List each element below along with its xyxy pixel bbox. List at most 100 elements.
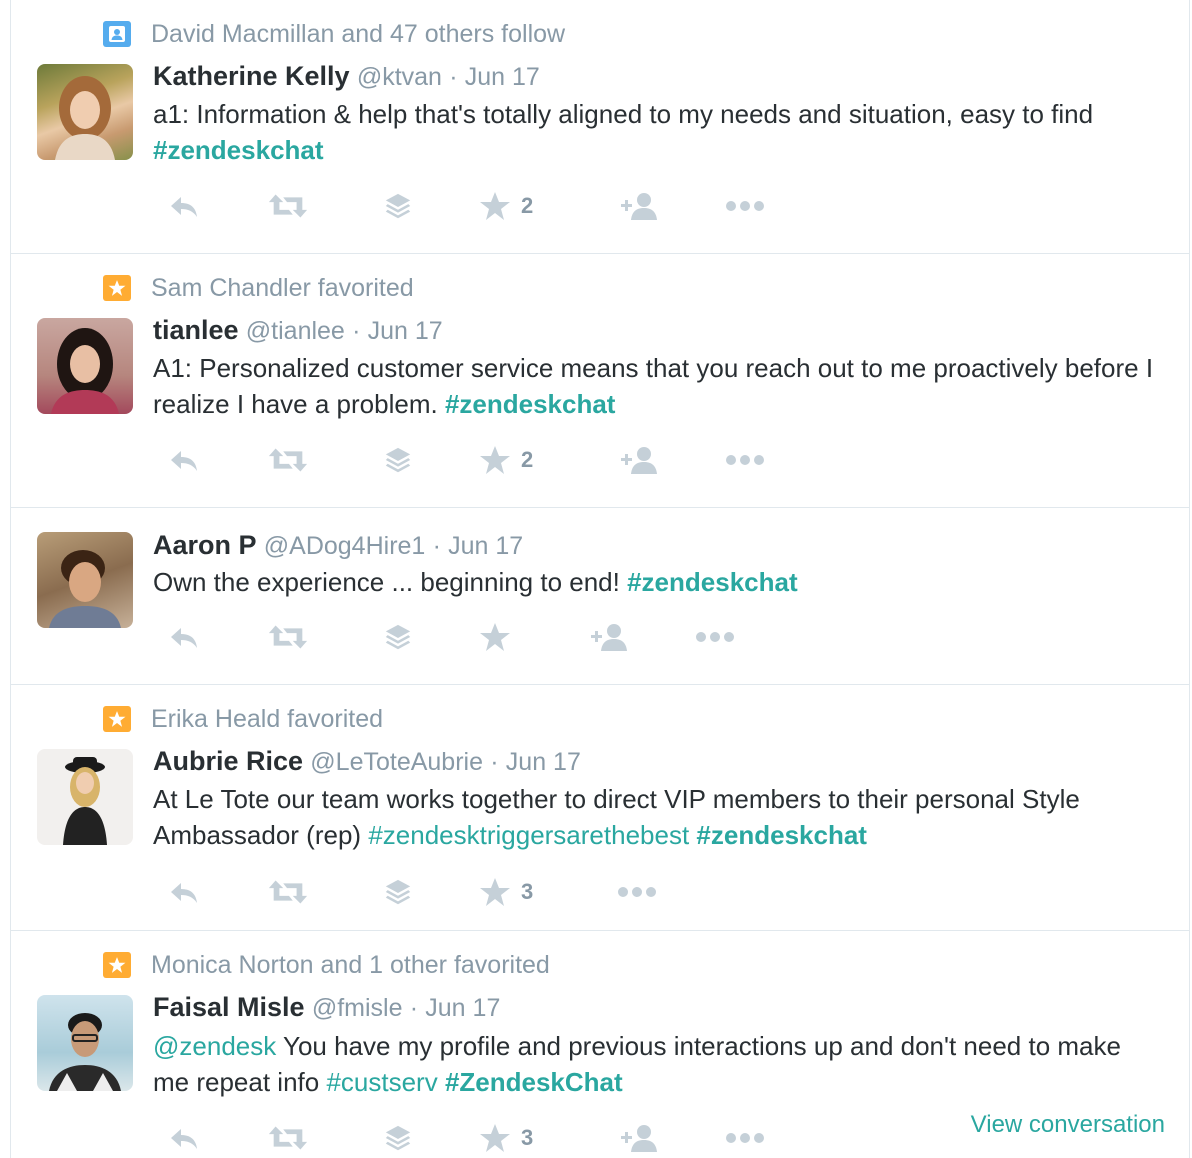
favorite-button[interactable]: 2 — [479, 440, 533, 480]
favorite-count: 3 — [521, 879, 534, 904]
separator-dot: · — [432, 532, 441, 560]
user-handle[interactable]: @ADog4Hire1 — [264, 532, 426, 560]
reply-icon[interactable] — [167, 872, 201, 912]
more-icon[interactable] — [617, 872, 657, 912]
favorite-count: 2 — [521, 193, 534, 218]
context-text[interactable]: Monica Norton and 1 other favorited — [151, 951, 550, 980]
tweet-item[interactable]: Aaron P @ADog4Hire1 · Jun 17 Own the exp… — [11, 508, 1189, 685]
user-handle[interactable]: @fmisle — [312, 994, 403, 1022]
user-handle[interactable]: @ktvan — [357, 63, 442, 91]
tweet-header: Faisal Misle @fmisle · Jun 17 — [153, 992, 500, 1023]
user-name[interactable]: Faisal Misle — [153, 992, 305, 1022]
tweet-text: @zendesk You have my profile and previou… — [153, 1028, 1163, 1100]
favorite-badge-icon — [103, 952, 131, 978]
tweet-context: Sam Chandler favorited — [103, 274, 414, 302]
tweet-item[interactable]: Erika Heald favorited Aubrie Rice @LeTot… — [11, 685, 1189, 931]
view-conversation-link[interactable]: View conversation — [971, 1111, 1165, 1139]
favorite-button[interactable]: 3 — [479, 1118, 533, 1158]
user-name[interactable]: Katherine Kelly — [153, 61, 350, 91]
hashtag-link[interactable]: #custserv — [326, 1067, 437, 1097]
tweet-header: Aaron P @ADog4Hire1 · Jun 17 — [153, 530, 523, 561]
user-handle[interactable]: @tianlee — [246, 317, 345, 345]
tweet-date[interactable]: Jun 17 — [425, 994, 500, 1022]
reply-icon[interactable] — [167, 440, 201, 480]
hashtag-link[interactable]: #zendeskchat — [445, 389, 616, 419]
tweet-text-body: Own the experience ... beginning to end! — [153, 567, 628, 597]
user-name[interactable]: Aaron P — [153, 530, 257, 560]
separator-dot: · — [409, 994, 419, 1022]
favorite-button[interactable]: 3 — [479, 872, 533, 912]
tweet-text: A1: Personalized customer service means … — [153, 350, 1163, 422]
avatar[interactable] — [37, 532, 133, 628]
tweet-text: a1: Information & help that's totally al… — [153, 96, 1163, 168]
favorite-badge-icon — [103, 706, 131, 732]
avatar[interactable] — [37, 749, 133, 845]
tweet-header: Katherine Kelly @ktvan · Jun 17 — [153, 61, 540, 92]
tweet-date[interactable]: Jun 17 — [368, 317, 443, 345]
follow-icon[interactable] — [587, 617, 627, 657]
separator-dot: · — [449, 63, 458, 91]
follow-badge-icon — [103, 21, 131, 47]
favorite-badge-icon — [103, 275, 131, 301]
buffer-icon[interactable] — [383, 1118, 413, 1158]
buffer-icon[interactable] — [383, 617, 413, 657]
user-name[interactable]: Aubrie Rice — [153, 746, 303, 776]
more-icon[interactable] — [695, 617, 735, 657]
tweet-text: Own the experience ... beginning to end!… — [153, 564, 1163, 600]
context-text[interactable]: David Macmillan and 47 others follow — [151, 20, 565, 49]
buffer-icon[interactable] — [383, 872, 413, 912]
tweet-text-body: A1: Personalized customer service means … — [153, 353, 1154, 419]
tweet-text-body: a1: Information & help that's totally al… — [153, 99, 1094, 129]
reply-icon[interactable] — [167, 617, 201, 657]
avatar[interactable] — [37, 995, 133, 1091]
retweet-icon[interactable] — [267, 440, 309, 480]
more-icon[interactable] — [725, 186, 765, 226]
tweet-header: Aubrie Rice @LeToteAubrie · Jun 17 — [153, 746, 581, 777]
context-text[interactable]: Erika Heald favorited — [151, 705, 383, 734]
tweet-text: At Le Tote our team works together to di… — [153, 781, 1163, 853]
retweet-icon[interactable] — [267, 617, 309, 657]
tweet-item[interactable]: Monica Norton and 1 other favorited Fais… — [11, 931, 1189, 1158]
more-icon[interactable] — [725, 440, 765, 480]
follow-icon[interactable] — [617, 440, 657, 480]
retweet-icon[interactable] — [267, 872, 309, 912]
hashtag-link[interactable]: #zendesktriggersarethebest — [368, 820, 689, 850]
star-icon[interactable] — [479, 617, 511, 657]
buffer-icon[interactable] — [383, 186, 413, 226]
user-handle[interactable]: @LeToteAubrie — [310, 748, 483, 776]
favorite-count: 3 — [521, 1125, 534, 1150]
hashtag-link[interactable]: #zendeskchat — [696, 820, 867, 850]
avatar[interactable] — [37, 64, 133, 160]
star-icon — [479, 876, 511, 908]
retweet-icon[interactable] — [267, 1118, 309, 1158]
favorite-count: 2 — [521, 447, 534, 472]
follow-icon[interactable] — [617, 186, 657, 226]
retweet-icon[interactable] — [267, 186, 309, 226]
tweet-date[interactable]: Jun 17 — [506, 748, 581, 776]
star-icon — [479, 1122, 511, 1154]
hashtag-link[interactable]: #zendeskchat — [627, 567, 798, 597]
tweet-context: Erika Heald favorited — [103, 705, 383, 733]
avatar[interactable] — [37, 318, 133, 414]
favorite-button[interactable]: 2 — [479, 186, 533, 226]
follow-icon[interactable] — [617, 1118, 657, 1158]
tweet-item[interactable]: David Macmillan and 47 others follow Kat… — [11, 0, 1189, 254]
user-name[interactable]: tianlee — [153, 315, 239, 345]
timeline: David Macmillan and 47 others follow Kat… — [10, 0, 1190, 1158]
context-text[interactable]: Sam Chandler favorited — [151, 274, 414, 303]
reply-icon[interactable] — [167, 186, 201, 226]
tweet-item[interactable]: Sam Chandler favorited tianlee @tianlee … — [11, 254, 1189, 508]
tweet-context: David Macmillan and 47 others follow — [103, 20, 565, 48]
more-icon[interactable] — [725, 1118, 765, 1158]
buffer-icon[interactable] — [383, 440, 413, 480]
separator-dot: · — [490, 748, 499, 776]
star-icon — [479, 190, 511, 222]
tweet-header: tianlee @tianlee · Jun 17 — [153, 315, 443, 346]
mention-link[interactable]: @zendesk — [153, 1031, 276, 1061]
hashtag-link[interactable]: #ZendeskChat — [445, 1067, 623, 1097]
hashtag-link[interactable]: #zendeskchat — [153, 135, 324, 165]
reply-icon[interactable] — [167, 1118, 201, 1158]
tweet-date[interactable]: Jun 17 — [448, 532, 523, 560]
tweet-text-body: You have my profile and previous interac… — [153, 1031, 1121, 1097]
tweet-date[interactable]: Jun 17 — [465, 63, 540, 91]
